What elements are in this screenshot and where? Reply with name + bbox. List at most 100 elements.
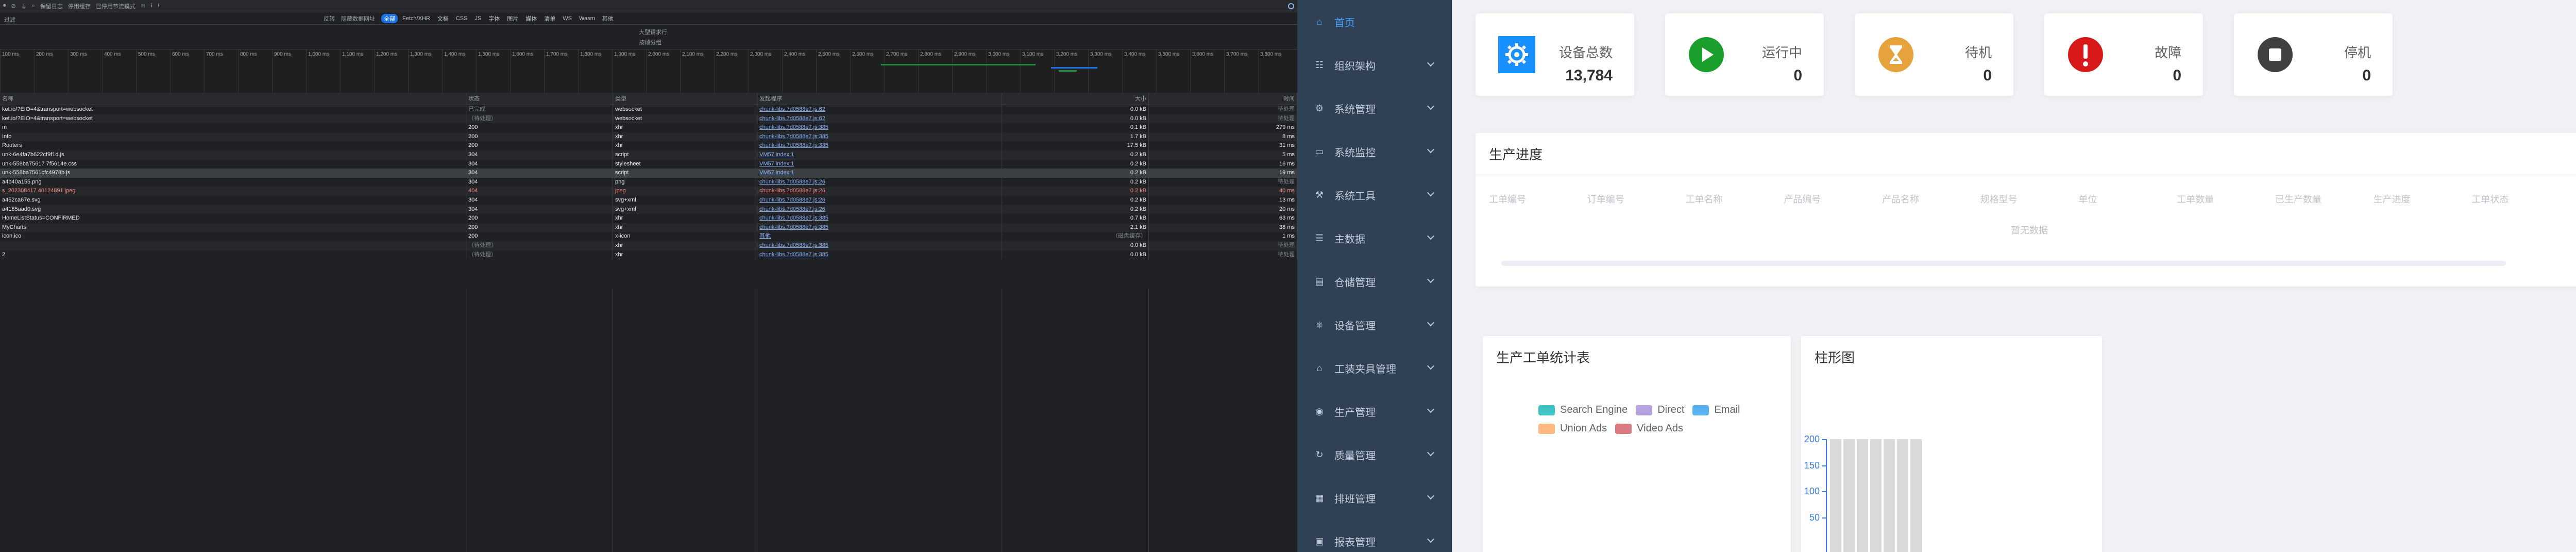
network-request-row[interactable]: a452ca67e.svg 304 svg+xml chunk-libs.7d0588…	[0, 195, 1297, 205]
settings-gear-icon[interactable]	[1288, 3, 1294, 9]
request-initiator[interactable]: chunk-libs.7d0588e7.js:26	[757, 187, 1002, 196]
type-filter-doc[interactable]: 文档	[435, 14, 451, 23]
legend-item[interactable]: Direct	[1636, 404, 1684, 416]
type-filter-wasm[interactable]: Wasm	[577, 15, 598, 22]
stat-label: 故障	[2154, 45, 2181, 60]
request-initiator[interactable]: chunk-libs.7d0588e7.js:385	[757, 223, 1002, 232]
sidebar-item-3[interactable]: ▭ 系统监控	[1297, 130, 1452, 173]
sidebar-item-6[interactable]: ▤ 仓储管理	[1297, 260, 1452, 303]
sidebar-item-0[interactable]: ⌂ 首页	[1297, 0, 1452, 43]
type-filter-manifest[interactable]: 清单	[541, 14, 558, 23]
type-filter-xhr[interactable]: Fetch/XHR	[400, 15, 433, 22]
network-request-row[interactable]: （待处理） xhr chunk-libs.7d0588e7.js:385 0.0 kB…	[0, 241, 1297, 250]
request-initiator[interactable]: chunk-libs.7d0588e7.js:385	[757, 214, 1002, 223]
network-request-row[interactable]: ket.io/?EIO=4&transport=websocket 已完成 webs…	[0, 105, 1297, 114]
request-initiator[interactable]: chunk-libs.7d0588e7.js:62	[757, 105, 1002, 114]
request-initiator[interactable]: chunk-libs.7d0588e7.js:26	[757, 195, 1002, 205]
sidebar-item-8[interactable]: ⌂ 工装夹具管理	[1297, 346, 1452, 390]
request-initiator[interactable]: chunk-libs.7d0588e7.js:26	[757, 205, 1002, 214]
data-icon: ☰	[1315, 232, 1324, 243]
bar[interactable]	[1897, 439, 1908, 552]
request-type: xhr	[613, 132, 757, 142]
request-time: 5 ms	[1149, 150, 1297, 160]
wifi-icon[interactable]: ≋	[141, 3, 145, 9]
network-request-row[interactable]: icon.ico 200 x-icon 其他 （磁盘缓存） 1 ms	[0, 232, 1297, 241]
request-initiator[interactable]: chunk-libs.7d0588e7.js:385	[757, 123, 1002, 132]
network-request-row[interactable]: ket.io/?EIO=4&transport=websocket （待处理） we…	[0, 114, 1297, 124]
type-filter-img[interactable]: 图片	[504, 14, 521, 23]
column-header-time[interactable]: 时间	[1149, 93, 1297, 105]
legend-item[interactable]: Video Ads	[1615, 423, 1683, 434]
network-request-row[interactable]: a4185aad0.svg 304 svg+xml chunk-libs.7d0588…	[0, 205, 1297, 214]
column-header-size[interactable]: 大小	[1002, 93, 1149, 105]
column-header-name[interactable]: 名称	[0, 93, 466, 105]
sidebar-item-2[interactable]: ⚙ 系统管理	[1297, 87, 1452, 130]
request-initiator[interactable]: chunk-libs.7d0588e7.js:385	[757, 241, 1002, 250]
request-initiator[interactable]: chunk-libs.7d0588e7.js:62	[757, 114, 1002, 124]
sidebar-item-11[interactable]: ▦ 排班管理	[1297, 476, 1452, 520]
column-header-status[interactable]: 状态	[466, 93, 613, 105]
sidebar-item-4[interactable]: ⚒ 系统工具	[1297, 173, 1452, 216]
sidebar-item-9[interactable]: ◉ 生产管理	[1297, 390, 1452, 433]
network-request-row[interactable]: Routers 200 xhr chunk-libs.7d0588e7.js:385 1…	[0, 141, 1297, 150]
request-time: 待处理	[1149, 241, 1297, 250]
sidebar-item-10[interactable]: ↻ 质量管理	[1297, 433, 1452, 476]
type-filter-media[interactable]: 媒体	[523, 14, 539, 23]
request-initiator[interactable]: VM57 index:1	[757, 169, 1002, 178]
bar[interactable]	[1870, 439, 1882, 552]
legend-item[interactable]: Email	[1692, 404, 1740, 416]
filter-input[interactable]: 过滤	[2, 14, 321, 23]
invert-checkbox[interactable]: 反转	[324, 14, 335, 23]
legend-item[interactable]: Search Engine	[1538, 404, 1628, 416]
request-initiator[interactable]: VM57 index:1	[757, 150, 1002, 160]
type-filter-font[interactable]: 字体	[486, 14, 502, 23]
column-header-type[interactable]: 类型	[613, 93, 757, 105]
sidebar-item-1[interactable]: ☷ 组织架构	[1297, 43, 1452, 87]
type-filter-css[interactable]: CSS	[453, 15, 470, 22]
network-request-row[interactable]: s_202308417 40124891.jpeg 404 jpeg chunk-li…	[0, 187, 1297, 196]
upload-icon[interactable]: ⭱	[150, 1, 152, 11]
group-by-frame-checkbox[interactable]: 按帧分组	[639, 38, 662, 46]
search-icon[interactable]: ⌕	[32, 3, 35, 9]
network-request-row[interactable]: unk-558ba7561cfc4978b.js 304 script VM57 in…	[0, 169, 1297, 178]
request-initiator[interactable]: 其他	[757, 232, 1002, 241]
bar[interactable]	[1884, 439, 1895, 552]
horizontal-scrollbar[interactable]	[1501, 261, 2506, 266]
legend-item[interactable]: Union Ads	[1538, 423, 1607, 434]
clear-icon[interactable]: ⊘	[11, 3, 16, 9]
throttling-select[interactable]: 已停用节流模式	[96, 2, 135, 10]
request-initiator[interactable]: chunk-libs.7d0588e7.js:385	[757, 250, 1002, 260]
network-request-row[interactable]: m 200 xhr chunk-libs.7d0588e7.js:385 0.1 kB 2…	[0, 123, 1297, 132]
type-filter-other[interactable]: 其他	[600, 14, 616, 23]
type-filter-ws[interactable]: WS	[560, 15, 574, 22]
filter-icon[interactable]: ⏚	[21, 2, 27, 10]
download-icon[interactable]: ⭳	[158, 1, 160, 11]
bar[interactable]	[1910, 439, 1922, 552]
type-filter-js[interactable]: JS	[472, 15, 484, 22]
sidebar-item-12[interactable]: ▣ 报表管理	[1297, 520, 1452, 552]
network-request-row[interactable]: unk-558ba75617 7f5614e.css 304 stylesheet V…	[0, 159, 1297, 169]
request-initiator[interactable]: chunk-libs.7d0588e7.js:385	[757, 141, 1002, 150]
sidebar-item-7[interactable]: ⎈ 设备管理	[1297, 303, 1452, 346]
bar[interactable]	[1830, 439, 1841, 552]
large-rows-checkbox[interactable]: 大型请求行	[639, 28, 667, 36]
request-initiator[interactable]: VM57 index:1	[757, 159, 1002, 169]
bar[interactable]	[1843, 439, 1855, 552]
network-request-row[interactable]: 2 （待处理） xhr chunk-libs.7d0588e7.js:385 0.0 k…	[0, 250, 1297, 260]
network-request-row[interactable]: Info 200 xhr chunk-libs.7d0588e7.js:385 1.7 …	[0, 132, 1297, 142]
request-initiator[interactable]: chunk-libs.7d0588e7.js:26	[757, 177, 1002, 187]
bar[interactable]	[1857, 439, 1868, 552]
network-request-row[interactable]: unk-6e4fa7b622cf9f1d.js 304 script VM57 ind…	[0, 150, 1297, 160]
request-size: 0.2 kB	[1002, 177, 1149, 187]
record-icon[interactable]: ⏺	[3, 3, 6, 9]
disable-cache-checkbox[interactable]: 停用缓存	[68, 2, 91, 10]
network-request-row[interactable]: MyCharts 200 xhr chunk-libs.7d0588e7.js:385…	[0, 223, 1297, 232]
request-initiator[interactable]: chunk-libs.7d0588e7.js:385	[757, 132, 1002, 142]
preserve-log-checkbox[interactable]: 保留日志	[40, 2, 63, 10]
type-filter-all[interactable]: 全部	[381, 13, 398, 23]
network-request-row[interactable]: HomeListStatus=CONFIRMED 200 xhr chunk-libs…	[0, 214, 1297, 223]
sidebar-item-5[interactable]: ☰ 主数据	[1297, 216, 1452, 260]
hide-data-urls-checkbox[interactable]: 隐藏数据网址	[341, 14, 375, 23]
network-request-row[interactable]: a4b40a155.png 304 png chunk-libs.7d0588e7.j…	[0, 177, 1297, 187]
column-header-initiator[interactable]: 发起程序	[757, 93, 1002, 105]
